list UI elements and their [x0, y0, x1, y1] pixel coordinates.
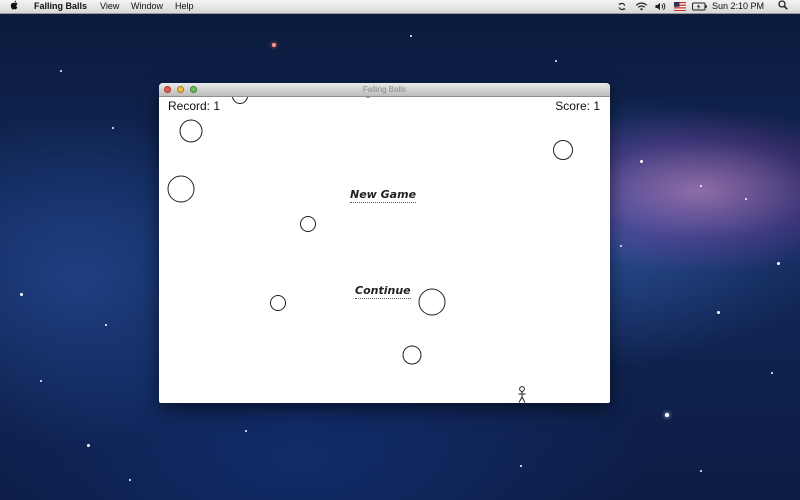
- volume-icon[interactable]: [655, 2, 666, 11]
- game-canvas[interactable]: Record: 1 Score: 1 New Game Continue: [159, 97, 610, 403]
- falling-ball: [232, 97, 248, 104]
- menu-view[interactable]: View: [100, 0, 119, 13]
- spotlight-search-icon[interactable]: [778, 0, 788, 10]
- window-title: Falling Balls: [362, 85, 407, 94]
- wifi-icon[interactable]: [635, 2, 648, 11]
- record-label: Record: 1: [168, 99, 221, 113]
- falling-ball: [167, 175, 195, 203]
- falling-ball: [418, 288, 446, 316]
- us-flag-icon[interactable]: [674, 2, 686, 11]
- new-game-button[interactable]: New Game: [350, 188, 417, 203]
- menu-window[interactable]: Window: [131, 0, 163, 13]
- falling-ball: [300, 216, 316, 232]
- stick-figure-player: [518, 386, 526, 403]
- window-titlebar[interactable]: Falling Balls: [159, 83, 610, 97]
- menu-bar: Falling Balls View Window Help Sun 2:10 …: [0, 0, 800, 14]
- score-label: Score: 1: [555, 99, 600, 113]
- falling-ball: [179, 119, 203, 143]
- app-menu[interactable]: Falling Balls: [34, 0, 87, 13]
- ball-field: [167, 97, 573, 403]
- falling-ball: [553, 140, 573, 160]
- sync-icon[interactable]: [617, 2, 627, 11]
- menu-clock[interactable]: Sun 2:10 PM: [712, 0, 764, 13]
- continue-button[interactable]: Continue: [355, 284, 411, 299]
- apple-icon[interactable]: [10, 0, 19, 10]
- game-window: Falling Balls Record: 1 Score: 1 New Gam…: [159, 83, 610, 403]
- falling-ball: [402, 345, 422, 365]
- falling-ball: [270, 295, 286, 311]
- menu-help[interactable]: Help: [175, 0, 194, 13]
- battery-icon[interactable]: [692, 2, 707, 11]
